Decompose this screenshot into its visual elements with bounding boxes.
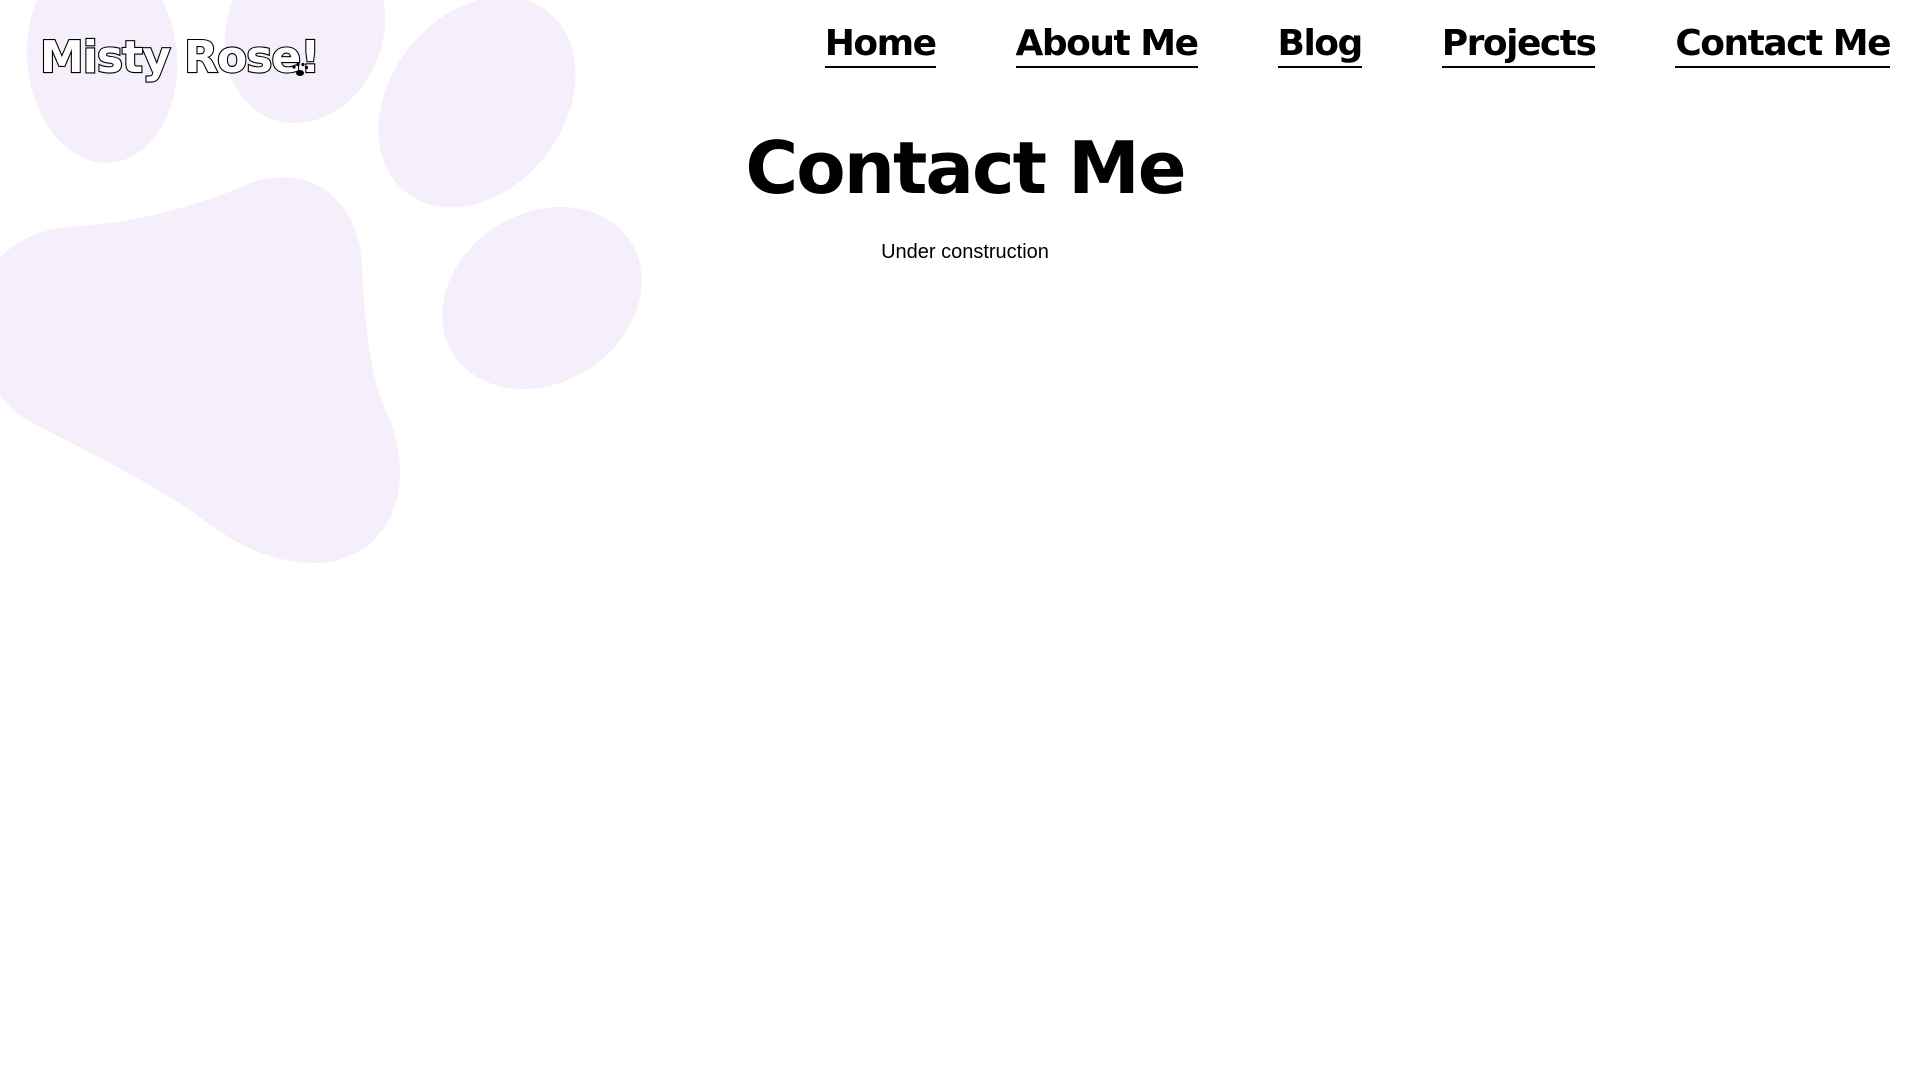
site-logo[interactable]: Misty Rose!: [38, 20, 328, 92]
logo-text: Misty Rose!: [40, 32, 319, 83]
nav-projects[interactable]: Projects: [1441, 24, 1597, 68]
site-header: Misty Rose! Home About Me Blog Projects …: [0, 0, 1920, 110]
nav-about-me[interactable]: About Me: [1015, 24, 1199, 68]
page: Misty Rose! Home About Me Blog Projects …: [0, 0, 1920, 1080]
nav-blog[interactable]: Blog: [1277, 24, 1363, 68]
logo-wordmark: Misty Rose!: [39, 31, 321, 84]
nav-home[interactable]: Home: [824, 24, 937, 68]
page-title: Contact Me: [745, 126, 1186, 210]
main-content: Contact Me Under construction: [0, 125, 1920, 264]
page-body-text: Under construction: [881, 241, 1049, 264]
nav-contact-me[interactable]: Contact Me: [1675, 24, 1891, 68]
main-nav: Home About Me Blog Projects Contact Me: [824, 24, 1891, 68]
